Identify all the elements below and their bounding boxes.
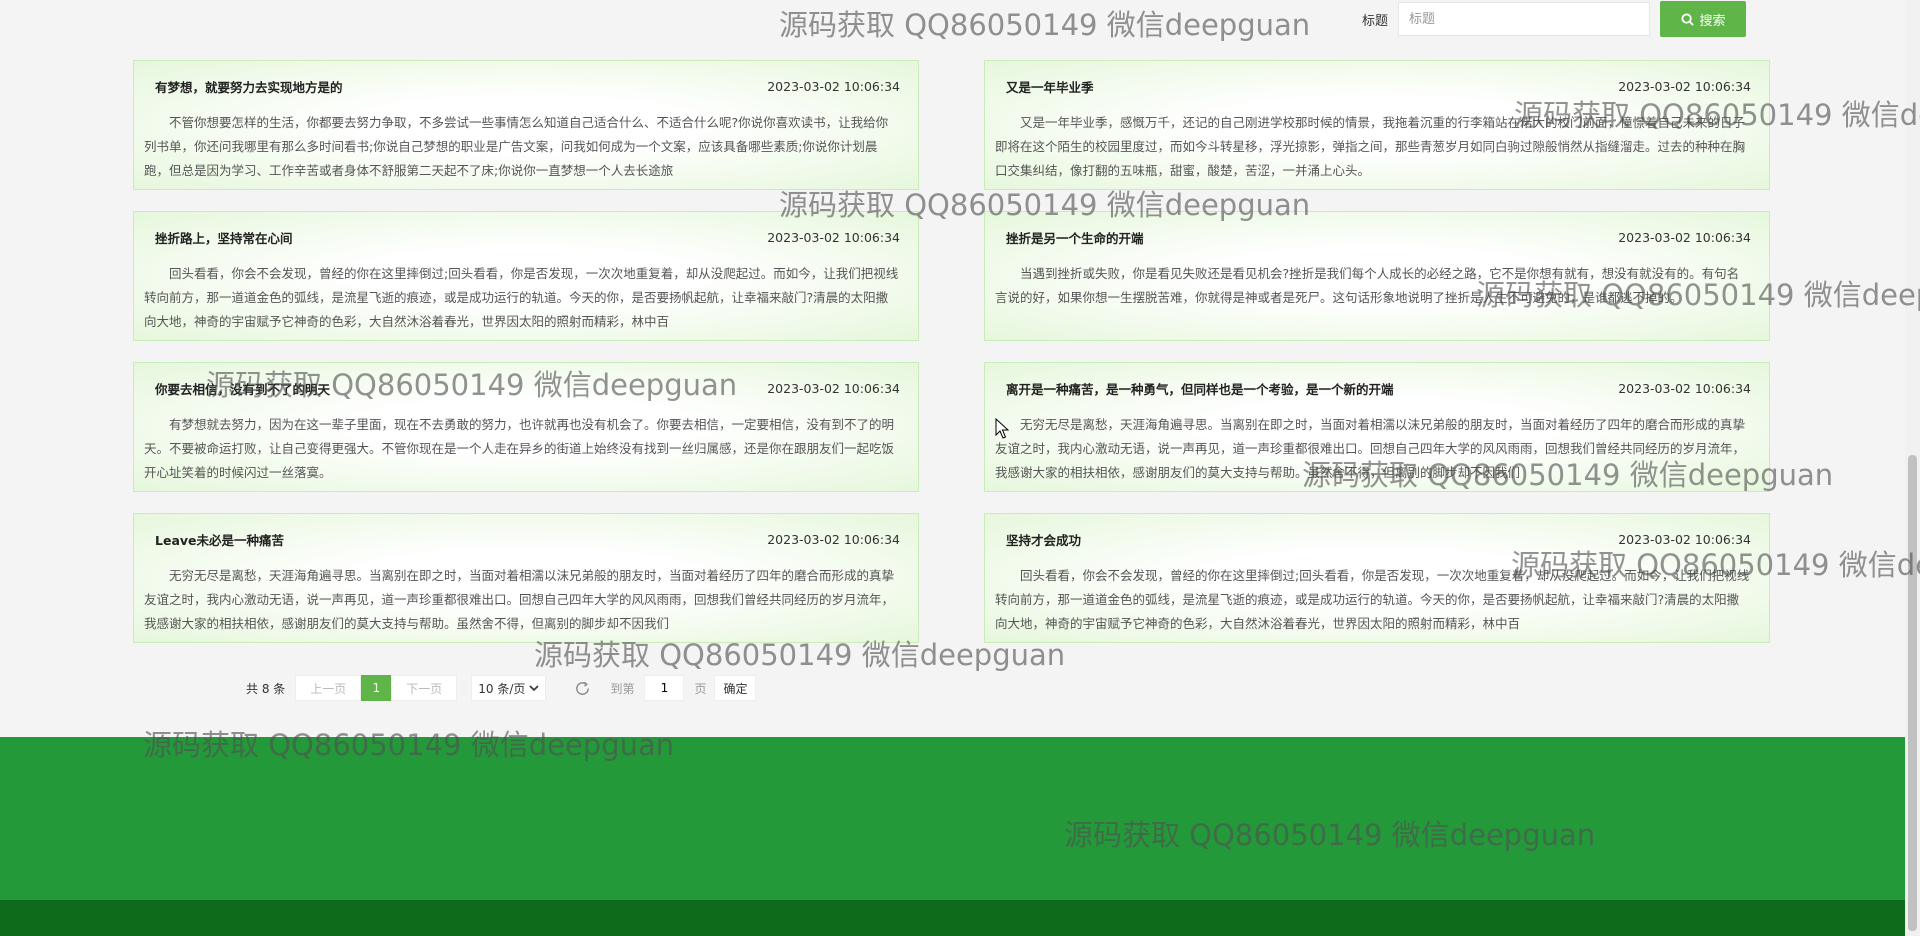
card-title[interactable]: 离开是一种痛苦，是一种勇气，但同样也是一个考验，是一个新的开端 — [1006, 379, 1394, 398]
card-date: 2023-03-02 10:06:34 — [1618, 229, 1751, 245]
card-header: 有梦想，就要努力去实现地方是的 2023-03-02 10:06:34 — [144, 61, 900, 111]
card-header: 挫折路上，坚持常在心间 2023-03-02 10:06:34 — [144, 212, 900, 262]
article-card[interactable]: 又是一年毕业季 2023-03-02 10:06:34 又是一年毕业季，感慨万千… — [984, 60, 1770, 190]
article-card[interactable]: 挫折路上，坚持常在心间 2023-03-02 10:06:34 回头看看，你会不… — [133, 211, 919, 341]
search-label: 标题 — [1362, 13, 1389, 29]
card-date: 2023-03-02 10:06:34 — [767, 229, 900, 245]
search-input[interactable] — [1398, 2, 1651, 36]
article-card[interactable]: 坚持才会成功 2023-03-02 10:06:34 回头看看，你会不会发现，曾… — [984, 513, 1770, 643]
article-card[interactable]: Leave未必是一种痛苦 2023-03-02 10:06:34 无穷无尽是离愁… — [133, 513, 919, 643]
goto-confirm-button[interactable]: 确定 — [714, 675, 757, 701]
card-header: 你要去相信，没有到不了的明天 2023-03-02 10:06:34 — [144, 363, 900, 413]
page-size-value: 10 条/页 — [478, 681, 526, 696]
goto-page-input[interactable] — [644, 675, 685, 701]
page-unit-label: 页 — [694, 681, 707, 696]
footer-bottom-bar — [0, 900, 1905, 936]
card-excerpt: 回头看看，你会不会发现，曾经的你在这里摔倒过;回头看看，你是否发现，一次次地重复… — [144, 266, 899, 329]
scrollbar-thumb[interactable] — [1908, 455, 1917, 931]
card-date: 2023-03-02 10:06:34 — [1618, 78, 1751, 94]
card-title[interactable]: 挫折是另一个生命的开端 — [1006, 228, 1144, 247]
search-button[interactable]: 搜索 — [1660, 1, 1747, 37]
card-excerpt: 又是一年毕业季，感慨万千，还记的自己刚进学校那时候的情景，我拖着沉重的行李箱站在… — [995, 115, 1746, 178]
card-excerpt: 当遇到挫折或失败，你是看见失败还是看见机会?挫折是我们每个人成长的必经之路，它不… — [995, 266, 1740, 305]
card-title[interactable]: 有梦想，就要努力去实现地方是的 — [155, 77, 343, 96]
card-excerpt: 无穷无尽是离愁，天涯海角遍寻思。当离别在即之时，当面对着相濡以沫兄弟般的朋友时，… — [995, 417, 1746, 480]
card-date: 2023-03-02 10:06:34 — [1618, 380, 1751, 396]
refresh-button[interactable] — [572, 678, 592, 698]
card-date: 2023-03-02 10:06:34 — [767, 78, 900, 94]
chevron-down-icon — [529, 685, 540, 692]
card-header: Leave未必是一种痛苦 2023-03-02 10:06:34 — [144, 514, 900, 564]
refresh-icon — [576, 681, 589, 695]
card-title[interactable]: 坚持才会成功 — [1006, 530, 1081, 549]
card-date: 2023-03-02 10:06:34 — [767, 531, 900, 547]
card-excerpt: 无穷无尽是离愁，天涯海角遍寻思。当离别在即之时，当面对着相濡以沫兄弟般的朋友时，… — [144, 568, 895, 631]
card-header: 离开是一种痛苦，是一种勇气，但同样也是一个考验，是一个新的开端 2023-03-… — [995, 363, 1751, 413]
article-card[interactable]: 有梦想，就要努力去实现地方是的 2023-03-02 10:06:34 不管你想… — [133, 60, 919, 190]
mouse-cursor-icon — [995, 418, 1009, 439]
card-header: 又是一年毕业季 2023-03-02 10:06:34 — [995, 61, 1751, 111]
search-icon — [1680, 12, 1694, 26]
card-title[interactable]: 挫折路上，坚持常在心间 — [155, 228, 293, 247]
card-title[interactable]: Leave未必是一种痛苦 — [155, 530, 284, 549]
card-excerpt: 回头看看，你会不会发现，曾经的你在这里摔倒过;回头看看，你是否发现，一次次地重复… — [995, 568, 1750, 631]
footer — [0, 737, 1905, 900]
card-header: 挫折是另一个生命的开端 2023-03-02 10:06:34 — [995, 212, 1751, 262]
article-card[interactable]: 挫折是另一个生命的开端 2023-03-02 10:06:34 当遇到挫折或失败… — [984, 211, 1770, 341]
prev-page-button[interactable]: 上一页 — [295, 675, 362, 701]
card-date: 2023-03-02 10:06:34 — [1618, 531, 1751, 547]
page-scrollbar[interactable] — [1905, 0, 1920, 936]
article-card[interactable]: 离开是一种痛苦，是一种勇气，但同样也是一个考验，是一个新的开端 2023-03-… — [984, 362, 1770, 492]
card-header: 坚持才会成功 2023-03-02 10:06:34 — [995, 514, 1751, 564]
page-size-select[interactable]: 10 条/页 — [471, 675, 547, 701]
page: 标题 搜索 有梦想，就要努力去实现地方是的 2023-03-02 10:06:3… — [0, 0, 1905, 936]
card-date: 2023-03-02 10:06:34 — [767, 380, 900, 396]
search-button-label: 搜索 — [1699, 13, 1726, 29]
card-title[interactable]: 你要去相信，没有到不了的明天 — [155, 379, 330, 398]
card-title[interactable]: 又是一年毕业季 — [1006, 77, 1094, 96]
pagination: 共 8 条 上一页 1 下一页 10 条/页 到第 页 确定 — [246, 675, 757, 701]
page-number-current[interactable]: 1 — [361, 675, 392, 701]
article-card[interactable]: 你要去相信，没有到不了的明天 2023-03-02 10:06:34 有梦想就去… — [133, 362, 919, 492]
search-bar: 标题 搜索 — [1362, 1, 1747, 37]
pagination-total: 共 8 条 — [246, 681, 286, 696]
card-excerpt: 有梦想就去努力，因为在这一辈子里面，现在不去勇敢的努力，也许就再也没有机会了。你… — [144, 417, 895, 480]
next-page-button[interactable]: 下一页 — [391, 675, 458, 701]
goto-label: 到第 — [610, 681, 635, 696]
card-excerpt: 不管你想要怎样的生活，你都要去努力争取，不多尝试一些事情怎么知道自己适合什么、不… — [144, 115, 889, 178]
